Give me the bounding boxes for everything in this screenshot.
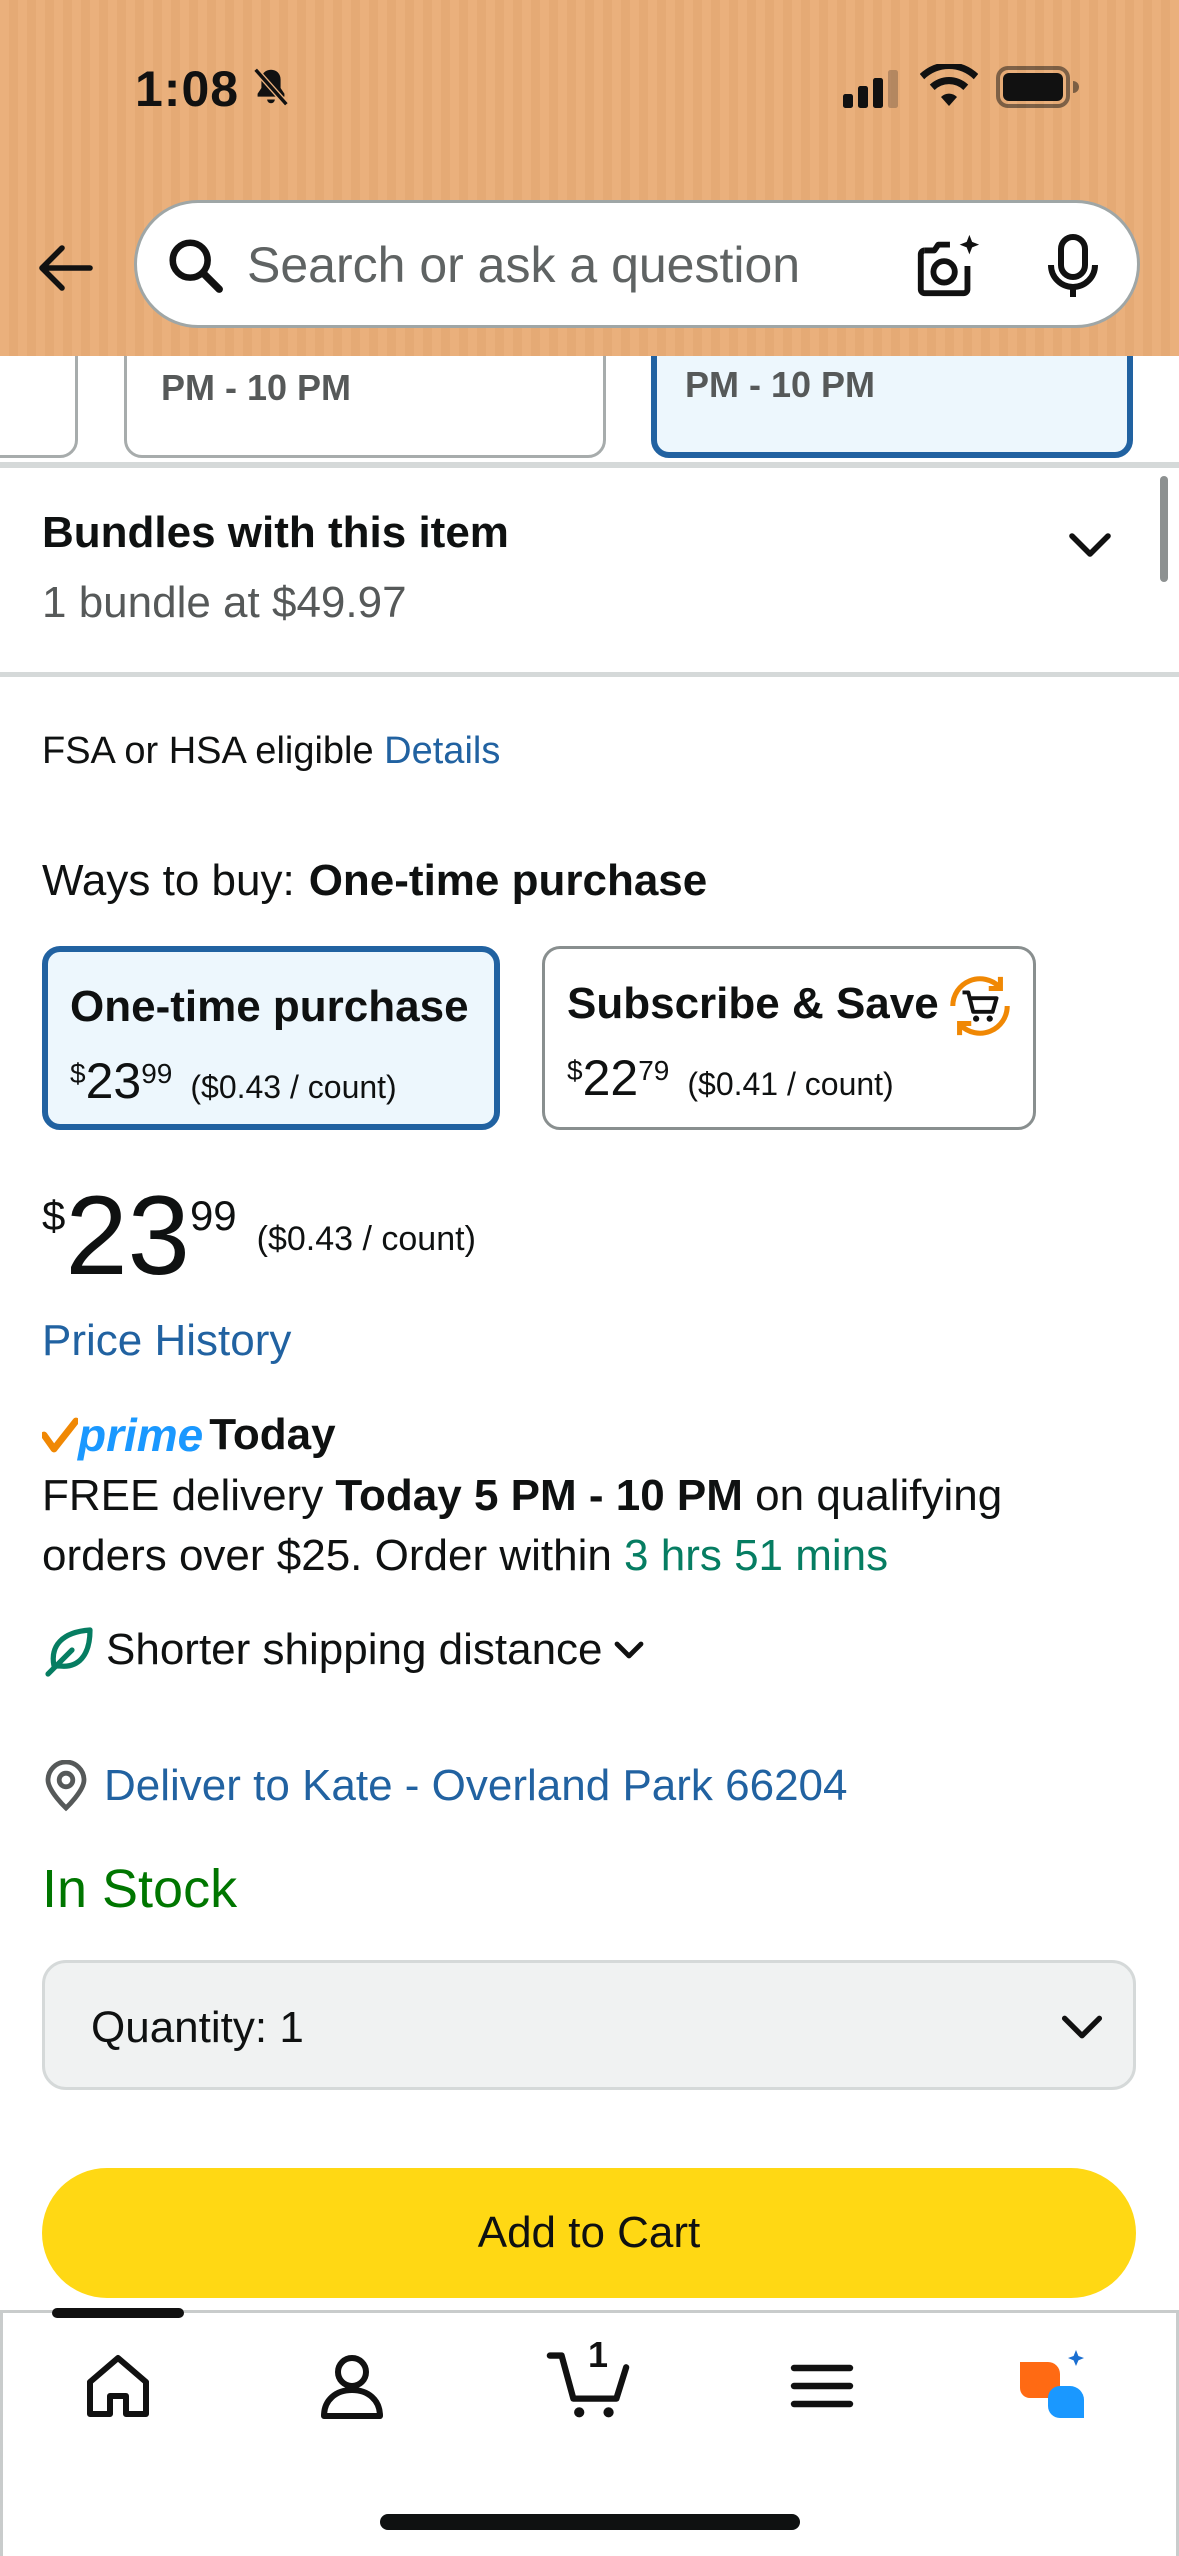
delivery-slot[interactable]	[0, 356, 78, 458]
quantity-value: 1	[279, 2003, 304, 2052]
quantity-label: Quantity: 1	[91, 2003, 304, 2052]
delivery-slot-label: PM - 10 PM	[685, 364, 876, 405]
subscribe-cart-icon	[950, 976, 1010, 1036]
prime-check-icon	[42, 1417, 78, 1453]
bundles-title: Bundles with this item	[42, 508, 509, 557]
option-title: Subscribe & Save	[567, 979, 939, 1028]
bundles-section[interactable]: Bundles with this item 1 bundle at $49.9…	[0, 468, 1179, 672]
fsa-text: FSA or HSA eligible	[42, 730, 374, 772]
shorter-shipping-label: Shorter shipping distance	[106, 1625, 603, 1674]
camera-lens-icon[interactable]	[913, 231, 983, 301]
one-time-purchase-option[interactable]: One-time purchase $2399 ($0.43 / count)	[42, 946, 500, 1130]
cart-count: 1	[588, 2334, 609, 2375]
option-price: $2399 ($0.43 / count)	[70, 1053, 397, 1109]
price-history-link[interactable]: Price History	[42, 1316, 291, 1366]
location-pin-icon	[45, 1760, 87, 1812]
scrollbar[interactable]	[1160, 476, 1168, 582]
ways-to-buy-label: Ways to buy:	[42, 856, 295, 905]
chevron-down-icon	[1061, 2015, 1103, 2039]
battery-icon	[996, 66, 1079, 108]
add-to-cart-button[interactable]: Add to Cart	[42, 2168, 1136, 2298]
ways-to-buy: Ways to buy: One-time purchase	[42, 856, 707, 906]
ways-to-buy-selected: One-time purchase	[308, 856, 708, 905]
home-icon[interactable]	[78, 2346, 158, 2426]
delivery-slot-selected[interactable]: PM - 10 PM	[651, 356, 1133, 458]
subscribe-and-save-option[interactable]: Subscribe & Save $2279 ($0.41 / count)	[542, 946, 1036, 1130]
delivery-window: Today 5 PM - 10 PM	[335, 1471, 743, 1520]
fsa-details-link[interactable]: Details	[384, 730, 500, 772]
rufus-assistant-icon[interactable]	[1012, 2346, 1092, 2426]
leaf-icon	[45, 1627, 93, 1677]
microphone-icon[interactable]	[1045, 233, 1101, 301]
status-time: 1:08	[135, 61, 240, 117]
delivery-slot-label: PM - 10 PM	[161, 367, 352, 408]
delivery-slot[interactable]: PM - 10 PM	[124, 356, 606, 458]
header: 1:08	[0, 0, 1179, 356]
deliver-to-text: Deliver to Kate - Overland Park 66204	[104, 1761, 848, 1810]
bell-muted-icon	[253, 67, 289, 107]
prime-badge: prime Today	[42, 1408, 336, 1468]
deliver-to-location[interactable]: Deliver to Kate - Overland Park 66204	[42, 1760, 848, 1824]
cellular-signal-icon	[843, 70, 898, 108]
prime-logo: prime	[78, 1409, 204, 1461]
stock-status: In Stock	[42, 1859, 238, 1919]
search-bar[interactable]	[134, 200, 1140, 328]
chevron-down-icon	[614, 1641, 643, 1659]
delivery-slot-row: PM - 10 PM PM - 10 PM	[0, 356, 1179, 466]
wifi-icon	[920, 64, 978, 106]
quantity-selector[interactable]: Quantity: 1	[42, 1960, 1136, 2090]
delivery-message: FREE delivery Today 5 PM - 10 PM on qual…	[42, 1471, 1003, 1580]
chevron-down-icon[interactable]	[1062, 518, 1118, 574]
fsa-eligibility: FSA or HSA eligible Details	[42, 730, 500, 773]
menu-icon[interactable]	[782, 2346, 862, 2426]
cart-tab[interactable]: 1	[544, 2334, 634, 2426]
option-price: $2279 ($0.41 / count)	[567, 1050, 894, 1106]
search-icon	[169, 239, 223, 293]
price-display: $2399 ($0.43 / count)	[42, 1173, 476, 1298]
shorter-shipping-toggle[interactable]: Shorter shipping distance	[42, 1622, 649, 1686]
search-input[interactable]	[247, 229, 947, 301]
option-title: One-time purchase	[70, 982, 469, 1031]
back-arrow-icon[interactable]	[34, 236, 98, 300]
divider	[0, 672, 1179, 677]
bundles-subtitle: 1 bundle at $49.97	[42, 578, 407, 627]
home-indicator	[380, 2514, 800, 2530]
account-icon[interactable]	[312, 2346, 392, 2426]
prime-today: Today	[209, 1410, 336, 1459]
order-countdown: 3 hrs 51 mins	[624, 1531, 889, 1580]
tab-active-indicator	[52, 2308, 184, 2318]
